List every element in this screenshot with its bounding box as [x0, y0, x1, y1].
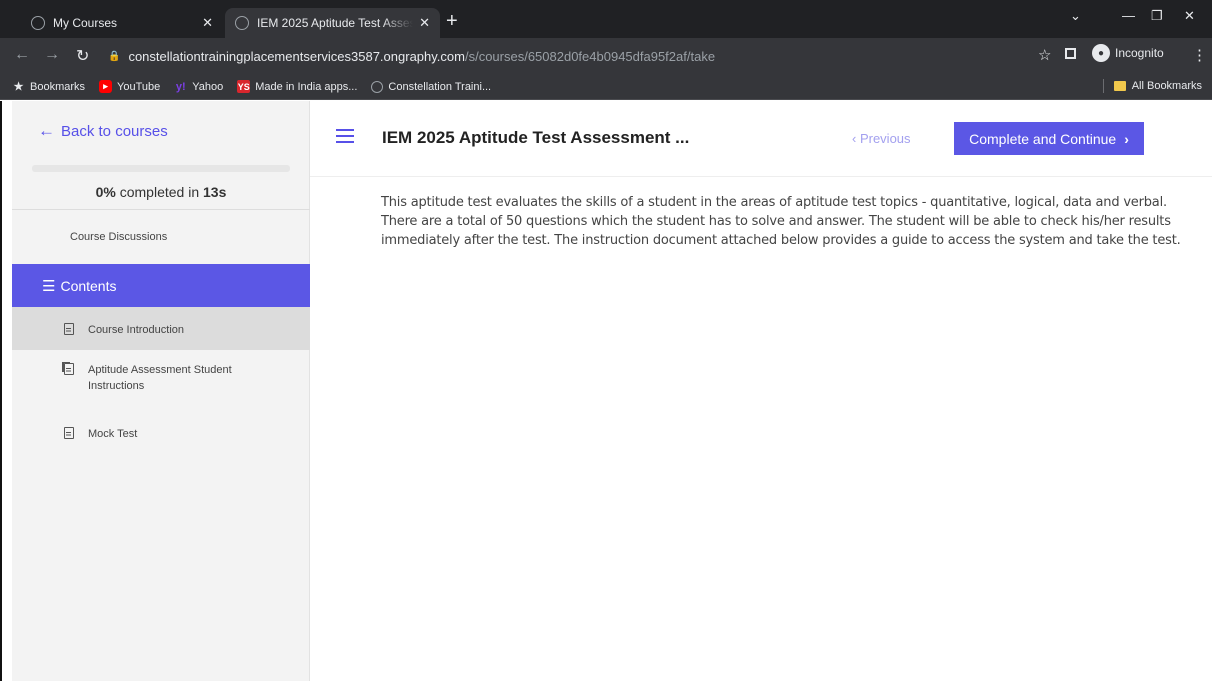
incognito-indicator[interactable]: ● Incognito [1065, 44, 1164, 62]
tab-title: My Courses [53, 16, 118, 30]
complete-label: Complete and Continue [969, 130, 1117, 147]
all-bookmarks-button[interactable]: All Bookmarks [1102, 79, 1202, 93]
bookmarks-bar: ★ Bookmarks ▸ YouTube y! Yahoo YS Made i… [0, 74, 1212, 100]
browser-tab-strip: My Courses ✕ IEM 2025 Aptitude Test Asse… [0, 0, 1212, 38]
star-icon[interactable]: ☆ [1038, 46, 1051, 64]
globe-icon [235, 16, 249, 30]
bookmark-label: Made in India apps... [255, 80, 358, 93]
tab-search-icon[interactable]: ⌄ [1070, 8, 1081, 24]
documents-icon [64, 363, 74, 375]
minimize-icon[interactable]: — [1122, 8, 1135, 23]
url-field[interactable]: 🔒 constellationtrainingplacementservices… [108, 43, 1068, 69]
close-icon[interactable]: ✕ [202, 15, 213, 31]
lesson-label: Course Introduction [88, 324, 184, 336]
completion-time: 13s [203, 184, 227, 200]
lock-icon: 🔒 [108, 50, 121, 62]
chevron-left-icon: ‹ [852, 131, 860, 146]
lesson-mock-test[interactable]: Mock Test [12, 426, 310, 446]
lesson-label: Mock Test [88, 428, 138, 440]
complete-and-continue-button[interactable]: Complete and Continue › [954, 122, 1144, 155]
restore-icon[interactable]: ❐ [1151, 8, 1163, 24]
bookmark-made-in-india[interactable]: YS Made in India apps... [237, 80, 357, 93]
course-progress-bar [32, 165, 290, 172]
address-bar-row: ← → ↻ 🔒 constellationtrainingplacementse… [0, 38, 1212, 74]
contents-header[interactable]: ☰ Contents [12, 264, 310, 307]
star-icon: ★ [13, 81, 24, 93]
globe-icon [31, 16, 45, 30]
course-discussions-link[interactable]: Course Discussions [70, 231, 167, 243]
document-icon [64, 323, 74, 335]
back-arrow-icon: ← [38, 121, 55, 140]
kebab-menu-icon[interactable]: ⋮ [1192, 46, 1207, 64]
bookmark-yahoo[interactable]: y! Yahoo [174, 80, 223, 93]
bookmark-label: YouTube [117, 80, 161, 93]
back-arrow-icon[interactable]: ← [14, 46, 30, 64]
back-to-courses-link[interactable]: ← Back to courses [38, 121, 168, 141]
ys-icon: YS [237, 80, 251, 93]
globe-icon [371, 80, 384, 93]
lesson-course-introduction[interactable]: Course Introduction [12, 307, 310, 350]
folder-icon [1113, 81, 1126, 91]
lesson-aptitude-instructions[interactable]: Aptitude Assessment Student Instructions [12, 362, 310, 402]
lecture-title: IEM 2025 Aptitude Test Assessment ... [382, 128, 690, 147]
course-player-page: ← Back to courses 0% completed in 13s Co… [0, 101, 1212, 681]
incognito-icon: ● [1092, 44, 1110, 62]
bookmarks-folder[interactable]: ★ Bookmarks [12, 80, 86, 94]
close-icon[interactable]: ✕ [419, 15, 430, 31]
url-host: constellationtrainingplacementservices35… [128, 48, 465, 64]
previous-label: Previous [859, 131, 911, 146]
yahoo-icon: y! [175, 80, 186, 93]
reload-icon[interactable]: ↻ [76, 46, 89, 66]
list-icon: ☰ [42, 277, 56, 295]
lecture-description: This aptitude test evaluates the skills … [381, 195, 1181, 248]
divider [1102, 79, 1104, 93]
contents-label: Contents [60, 277, 117, 294]
back-label: Back to courses [61, 122, 168, 140]
previous-button[interactable]: ‹ Previous [852, 131, 911, 146]
quiz-icon [64, 427, 74, 439]
lecture-header: IEM 2025 Aptitude Test Assessment ... ‹ … [310, 101, 1212, 177]
url-path: /s/courses/65082d0fe4b0945dfa95f2af/take [464, 48, 716, 64]
tab-title: IEM 2025 Aptitude Test Assessment [257, 16, 414, 30]
completion-status: 0% completed in 13s [12, 184, 310, 200]
bookmark-label: Bookmarks [30, 80, 86, 93]
forward-arrow-icon[interactable]: → [44, 46, 60, 64]
bookmark-label: Constellation Traini... [388, 80, 492, 93]
sidepanel-icon[interactable] [1065, 47, 1076, 59]
new-tab-button[interactable]: + [446, 10, 458, 33]
hamburger-menu-icon[interactable] [336, 129, 354, 143]
course-sidebar: ← Back to courses 0% completed in 13s Co… [12, 101, 310, 681]
completion-text: completed in [115, 184, 204, 200]
bookmark-label: Yahoo [192, 80, 224, 93]
tab-my-courses[interactable]: My Courses ✕ [21, 8, 223, 38]
all-bookmarks-label: All Bookmarks [1131, 80, 1202, 92]
window-close-icon[interactable]: ✕ [1184, 8, 1195, 24]
completion-percent: 0% [95, 184, 116, 200]
incognito-label: Incognito [1115, 46, 1164, 60]
bookmark-youtube[interactable]: ▸ YouTube [99, 80, 160, 93]
youtube-icon: ▸ [99, 80, 113, 93]
bookmark-constellation[interactable]: Constellation Traini... [371, 80, 492, 93]
lesson-label: Aptitude Assessment Student Instructions [88, 364, 232, 392]
chevron-right-icon: › [1124, 130, 1129, 147]
divider [12, 209, 310, 210]
tab-aptitude-test[interactable]: IEM 2025 Aptitude Test Assessment ✕ [225, 8, 440, 38]
